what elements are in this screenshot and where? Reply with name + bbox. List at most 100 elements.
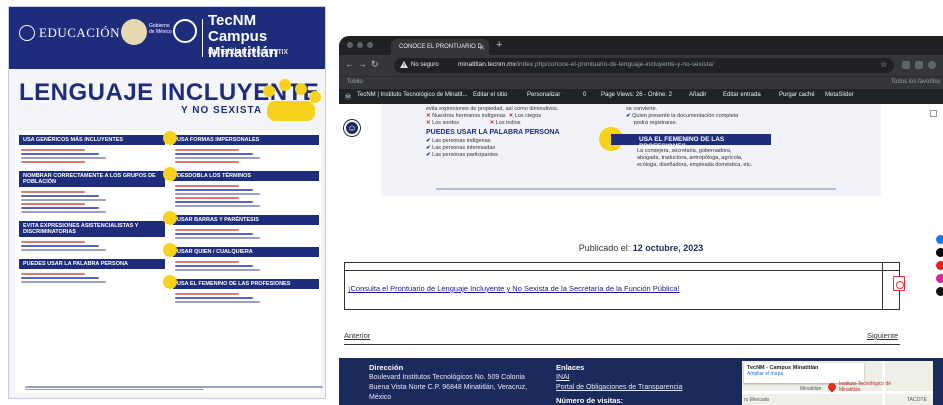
poster-section: EVITA EXPRESIONES ASISTENCIALISTAS Y DIS… [19,221,165,255]
instagram-icon[interactable] [936,274,943,283]
people-illustration [259,77,323,127]
facebook-icon[interactable] [936,235,943,244]
new-tab-icon[interactable]: + [496,39,502,51]
poster-section-heading: USAR BARRAS Y PARÉNTESIS [163,211,319,225]
tecnm-logo [173,19,197,43]
tab-title: CONOCE EL PRONTUARIO D [399,44,482,50]
url-text: minatitlan.tecnm.mx/index.php/conoce-el-… [458,61,714,68]
minimize-window-button[interactable] [357,42,363,48]
inai-link[interactable]: INAI [556,374,570,381]
poster-section: USA FORMAS IMPERSONALES [163,131,319,167]
page-corner-box [930,110,937,117]
admin-customize[interactable]: Personalizar [527,92,560,98]
all-bookmarks[interactable]: Todos los favoritos [891,79,941,85]
site-footer: Dirección Boulevard Institutos Tecnológi… [339,358,943,405]
poster-section: NOMBRAR CORRECTAMENTE A LOS GRUPOS DE PO… [19,171,165,217]
tab-close-icon[interactable]: ✕ [479,44,485,52]
footer-links-heading: Enlaces [556,363,585,372]
forward-icon[interactable]: → [358,59,367,69]
page-content: ☺ evita expresiones de propiedad, así co… [339,104,943,405]
yellow-dot [163,243,177,257]
bookmarks-bar: Tobilo Todos los favoritos [339,76,943,89]
yellow-dot [163,275,177,289]
profile-icon[interactable] [928,61,936,69]
prontuario-link[interactable]: ¡Consulta el Prontuario de Lenguaje Incl… [348,284,679,293]
poster-section: PUEDES USAR LA PALABRA PERSONA [19,259,165,287]
poster-section-heading: DESDOBLA LOS TÉRMINOS [163,167,319,181]
browser-window: CONOCE EL PRONTUARIO D ✕ + ← → ↻ No segu… [339,36,943,405]
published-date: Publicado el: 12 octubre, 2023 [578,243,704,253]
x-icon[interactable] [936,248,943,257]
education-logo: EDUCACIÓN [19,25,120,41]
poster-section-heading: USA FORMAS IMPERSONALES [163,131,319,145]
embedded-left: evita expresiones de propiedad, así como… [426,106,560,158]
star-icon[interactable]: ☆ [880,60,887,69]
poster-section-heading: NOMBRAR CORRECTAMENTE A LOS GRUPOS DE PO… [19,171,165,187]
seal-icon [19,25,35,41]
browser-toolbar: ← → ↻ No seguro minatitlan.tecnm.mx/inde… [339,55,943,76]
admin-edit-post[interactable]: Editar entrada [723,92,761,98]
map-place-label: Instituto Tecnológico de Minatitlán [839,381,892,393]
reload-icon[interactable]: ↻ [371,59,379,70]
location-map[interactable]: TecNM - Campus Minatitlán Ampliar el map… [742,361,933,405]
embedded-fem-text: La consejera, secretaria, gobernadora, a… [637,148,753,168]
embedded-footnote [436,188,836,190]
government-logo-text: Gobierno de México [149,23,172,35]
yellow-dot [163,131,177,145]
youtube-icon[interactable] [936,261,943,270]
map-enlarge-link[interactable]: Ampliar el mapa [747,371,861,377]
poster-section-heading: USA GENÉRICOS MÁS INCLUYENTES [19,135,165,145]
tiktok-icon[interactable] [936,287,943,296]
accessibility-icon[interactable]: ☺ [344,120,360,136]
footer-address-heading: Dirección [369,363,404,372]
poster-image: EDUCACIÓN Gobierno de México TecNM Campu… [8,6,326,399]
embedded-top-line: evita expresiones de propiedad, así como… [426,106,559,112]
poster-section-heading: USA EL FEMENINO DE LAS PROFESIONES [163,275,319,289]
admin-site-link[interactable]: TecNM | Instituto Tecnológico de Minatit… [357,92,468,98]
tab-active[interactable]: CONOCE EL PRONTUARIO D [391,39,489,55]
poster-left-column: USA GENÉRICOS MÁS INCLUYENTES NOMBRAR COR… [19,131,165,287]
bookmark-item[interactable]: Tobilo [347,79,363,85]
logo-divider [202,19,203,57]
footer-links: INAI Portal de Obligaciones de Transpare… [556,373,682,393]
poster-footnote [25,385,323,390]
poster-subtitle: Y NO SEXISTA [181,105,263,116]
footer-address: Boulevard Institutos Tecnológicos No. 50… [369,374,528,401]
map-area-label-2: TACOTE [907,397,927,403]
yellow-dot [163,167,177,181]
next-post-link[interactable]: Siguiente [867,331,898,340]
sidebar-icon[interactable] [915,61,923,69]
embedded-word-heading: PUEDES USAR LA PALABRA PERSONA [426,129,560,136]
pdf-icon[interactable] [893,276,905,291]
transparency-portal-link[interactable]: Portal de Obligaciones de Transparencia [556,384,682,391]
admin-add-new[interactable]: Añadir [689,92,706,98]
education-logo-text: EDUCACIÓN [39,25,121,40]
address-bar[interactable]: No seguro minatitlan.tecnm.mx/index.php/… [394,58,894,73]
poster-section-heading: PUEDES USAR LA PALABRA PERSONA [19,259,165,269]
back-icon[interactable]: ← [345,59,354,69]
x-mark-icon: ✕ [426,113,431,119]
post-nav-divider [344,344,900,345]
wordpress-icon[interactable]: Ⓦ [345,92,351,101]
admin-metaslider[interactable]: MetaSlider [825,92,854,98]
embedded-fem-heading: USA EL FEMENINO DE LAS PROFESIONES [611,134,771,150]
previous-post-link[interactable]: Anterior [344,331,370,340]
check-icon: ✔ [426,138,431,144]
admin-page-views: Page Views: 26 - Online: 2 [601,92,672,98]
admin-purge-cache[interactable]: Purgar caché [779,92,815,98]
poster-section-heading: EVITA EXPRESIONES ASISTENCIALISTAS Y DIS… [19,221,165,237]
admin-comments[interactable]: 0 [583,92,586,98]
extension-icon[interactable] [902,61,910,69]
warning-icon [400,61,408,68]
government-logo [121,19,147,45]
yellow-dot [163,211,177,225]
poster-campus-url: minatitlan.tecnm.mx [208,46,289,56]
map-city-label: Minatitlán [800,386,822,392]
poster-section: USA GENÉRICOS MÁS INCLUYENTES [19,135,165,167]
security-indicator[interactable]: No seguro [400,61,439,68]
admin-edit-site[interactable]: Editar el sitio [473,92,507,98]
maximize-window-button[interactable] [367,42,373,48]
close-window-button[interactable] [347,42,353,48]
wp-admin-bar: Ⓦ TecNM | Instituto Tecnológico de Minat… [339,89,943,104]
poster-section: USA EL FEMENINO DE LAS PROFESIONES [163,275,319,307]
